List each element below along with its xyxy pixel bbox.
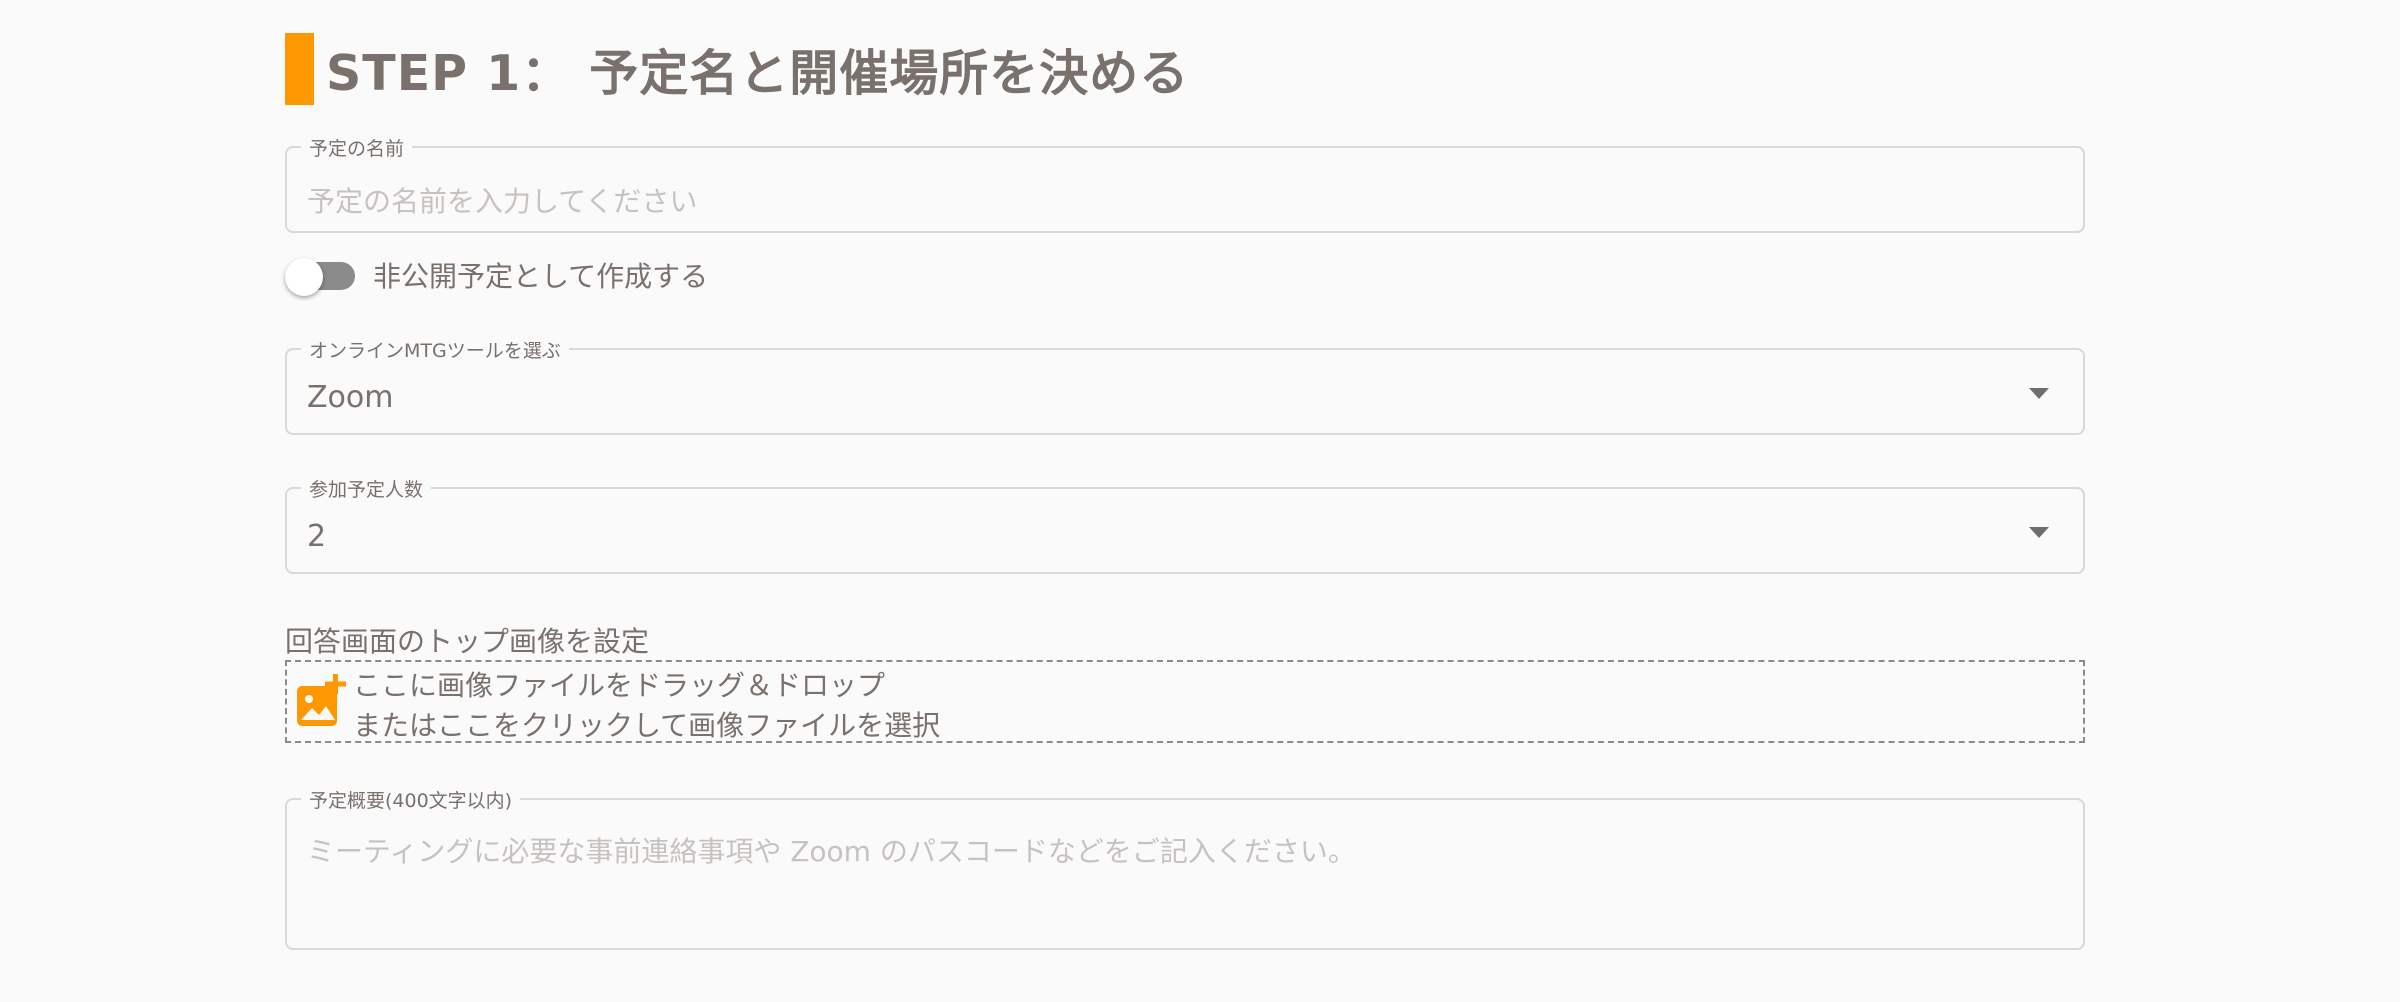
step-title: STEP 1： 予定名と開催場所を決める	[326, 44, 1190, 102]
online-tool-value: Zoom	[307, 380, 394, 415]
summary-label: 予定概要(400文字以内)	[301, 786, 521, 813]
private-toggle-label: 非公開予定として作成する	[373, 260, 709, 293]
top-image-label: 回答画面のトップ画像を設定	[285, 625, 650, 658]
private-toggle[interactable]	[285, 258, 357, 296]
dropzone-text-line1: ここに画像ファイルをドラッグ＆ドロップ	[353, 669, 886, 702]
online-tool-label: オンラインMTGツールを選ぶ	[301, 336, 569, 363]
event-name-label: 予定の名前	[301, 134, 413, 161]
chevron-down-icon	[2029, 527, 2049, 538]
event-name-field[interactable]: 予定の名前 予定の名前を入力してください	[285, 134, 2085, 233]
online-tool-select[interactable]: オンラインMTGツールを選ぶ Zoom	[285, 336, 2085, 435]
dropzone-text-line2: またはここをクリックして画像ファイルを選択	[353, 709, 941, 742]
participants-select[interactable]: 参加予定人数 2	[285, 475, 2085, 574]
summary-textarea[interactable]: 予定概要(400文字以内) ミーティングに必要な事前連絡事項や Zoom のパス…	[285, 786, 2085, 950]
chevron-down-icon	[2029, 388, 2049, 399]
summary-placeholder: ミーティングに必要な事前連絡事項や Zoom のパスコードなどをご記入ください。	[307, 835, 1356, 868]
add-image-icon	[297, 674, 346, 726]
event-name-placeholder: 予定の名前を入力してください	[307, 185, 698, 218]
image-dropzone[interactable]: ここに画像ファイルをドラッグ＆ドロップ またはここをクリックして画像ファイルを選…	[285, 660, 2085, 743]
step-accent-bar	[285, 33, 314, 105]
page: STEP 1： 予定名と開催場所を決める 予定の名前 予定の名前を入力してくださ…	[0, 0, 2400, 1002]
participants-label: 参加予定人数	[301, 475, 432, 502]
private-toggle-knob	[285, 258, 323, 296]
participants-value: 2	[307, 519, 327, 554]
step-heading: STEP 1： 予定名と開催場所を決める	[285, 33, 1189, 105]
